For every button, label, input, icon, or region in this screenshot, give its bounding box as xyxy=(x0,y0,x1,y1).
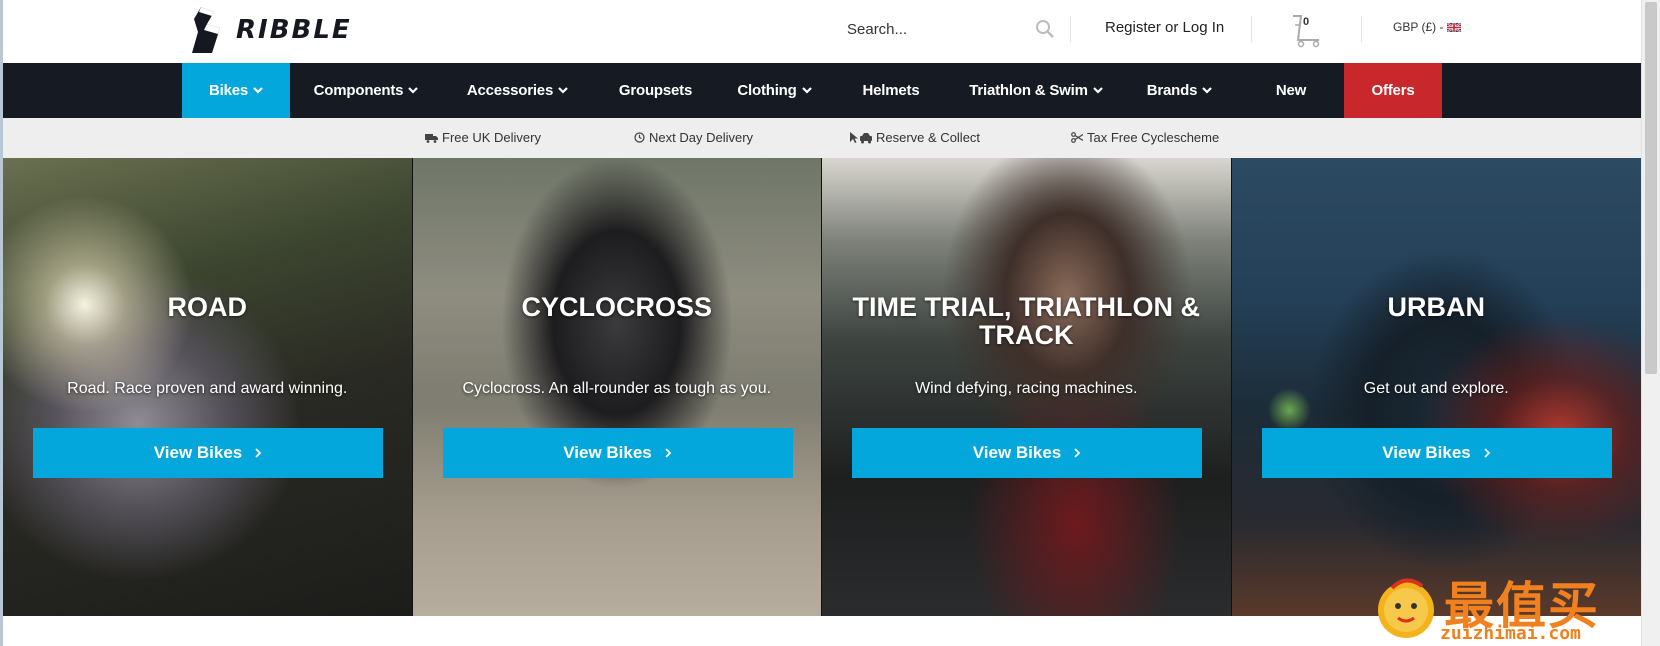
watermark-mascot-icon xyxy=(1378,578,1434,638)
header-divider xyxy=(1251,16,1252,42)
chevron-down-icon xyxy=(408,87,419,94)
currency-label: GBP (£) - xyxy=(1393,20,1444,34)
scissors-icon xyxy=(1071,132,1083,143)
category-panel-cyclocross[interactable]: CYCLOCROSS Cyclocross. An all-rounder as… xyxy=(412,158,822,616)
nav-item-brands[interactable]: Brands xyxy=(1121,63,1238,118)
usp-reserve-collect[interactable]: Reserve & Collect xyxy=(850,130,980,145)
chevron-down-icon xyxy=(253,87,263,94)
register-login-link[interactable]: Register or Log In xyxy=(1105,19,1224,36)
cart-count-badge: 0 xyxy=(1303,16,1310,28)
zuizhimai-watermark: 最值买 zuizhimai.com xyxy=(1372,566,1660,646)
nav-item-helmets[interactable]: Helmets xyxy=(831,63,951,118)
browser-page: RIBBLE Register or Log In 0 GBP (£) - xyxy=(0,0,1660,646)
chevron-down-icon xyxy=(1092,87,1103,94)
panel-title: TIME TRIAL, TRIATHLON & TRACK xyxy=(852,292,1200,350)
chevron-right-icon xyxy=(1484,448,1491,458)
chevron-down-icon xyxy=(1202,87,1213,94)
nav-label: Triathlon & Swim xyxy=(969,82,1088,99)
usp-label: Next Day Delivery xyxy=(649,130,754,145)
button-label: View Bikes xyxy=(563,443,652,462)
usp-label: Tax Free Cyclescheme xyxy=(1087,130,1220,145)
site-header: RIBBLE Register or Log In 0 GBP (£) - xyxy=(3,0,1641,63)
view-bikes-button[interactable]: View Bikes xyxy=(442,428,793,478)
currency-selector[interactable]: GBP (£) - xyxy=(1393,20,1462,34)
usp-next-day[interactable]: Next Day Delivery xyxy=(634,130,753,145)
scrollbar-thumb[interactable] xyxy=(1645,2,1657,374)
nav-label: Helmets xyxy=(862,82,920,99)
header-divider xyxy=(1361,16,1362,42)
usp-label: Reserve & Collect xyxy=(876,130,981,145)
chevron-right-icon xyxy=(255,448,262,458)
nav-item-new[interactable]: New xyxy=(1238,63,1344,118)
nav-item-clothing[interactable]: Clothing xyxy=(718,63,831,118)
logo-text: RIBBLE xyxy=(236,15,352,45)
chevron-down-icon xyxy=(801,87,812,94)
nav-label: Brands xyxy=(1146,82,1198,99)
button-label: View Bikes xyxy=(153,443,243,462)
nav-label: New xyxy=(1275,82,1307,99)
clock-icon xyxy=(634,132,645,143)
view-bikes-button[interactable]: View Bikes xyxy=(1261,428,1612,478)
nav-label: Clothing xyxy=(737,82,797,99)
button-label: View Bikes xyxy=(972,443,1062,462)
nav-item-triathlon-swim[interactable]: Triathlon & Swim xyxy=(951,63,1121,118)
scrollbar-track[interactable] xyxy=(1641,0,1660,646)
nav-label: Components xyxy=(313,82,404,99)
panel-subtitle: Road. Race proven and award winning. xyxy=(67,380,348,397)
nav-label: Groupsets xyxy=(618,82,693,99)
search-input[interactable] xyxy=(847,20,1017,38)
header-divider xyxy=(1070,16,1071,42)
search-box xyxy=(847,14,1057,44)
panel-title: URBAN xyxy=(1387,292,1486,322)
panel-subtitle: Cyclocross. An all-rounder as tough as y… xyxy=(462,380,772,397)
panel-subtitle: Get out and explore. xyxy=(1363,380,1509,397)
hero-category-grid: ROAD Road. Race proven and award winning… xyxy=(3,158,1641,616)
nav-item-components[interactable]: Components xyxy=(290,63,442,118)
usp-bar: Free UK Delivery Next Day Delivery Reser… xyxy=(3,118,1641,158)
category-panel-urban[interactable]: URBAN Get out and explore. View Bikes xyxy=(1231,158,1641,616)
nav-item-offers[interactable]: Offers xyxy=(1344,63,1442,118)
main-nav: Bikes Components Accessories Groupsets C… xyxy=(3,63,1641,118)
nav-list: Bikes Components Accessories Groupsets C… xyxy=(182,63,1442,118)
chevron-right-icon xyxy=(1074,448,1081,458)
ribble-logo[interactable]: RIBBLE xyxy=(192,5,367,55)
nav-item-accessories[interactable]: Accessories xyxy=(442,63,593,118)
view-bikes-button[interactable]: View Bikes xyxy=(852,428,1202,478)
nav-label: Offers xyxy=(1371,82,1415,99)
panel-title: ROAD xyxy=(167,292,248,322)
category-panel-time-trial[interactable]: TIME TRIAL, TRIATHLON & TRACK Wind defyi… xyxy=(822,158,1232,616)
category-panel-road[interactable]: ROAD Road. Race proven and award winning… xyxy=(3,158,413,616)
view-bikes-button[interactable]: View Bikes xyxy=(33,428,383,478)
pointer-car-icon xyxy=(850,131,872,143)
nav-label: Bikes xyxy=(208,82,249,99)
truck-icon xyxy=(425,133,438,143)
watermark-url: zuizhimai.com xyxy=(1440,623,1581,644)
uk-flag-icon xyxy=(1447,22,1462,32)
usp-cyclescheme[interactable]: Tax Free Cyclescheme xyxy=(1071,130,1219,145)
panel-title: CYCLOCROSS xyxy=(521,292,713,322)
nav-item-bikes[interactable]: Bikes xyxy=(182,63,290,118)
panel-subtitle: Wind defying, racing machines. xyxy=(915,380,1138,397)
ribble-logo-mark-icon xyxy=(192,7,220,53)
search-icon[interactable] xyxy=(1035,19,1055,39)
usp-label: Free UK Delivery xyxy=(442,130,541,145)
nav-label: Accessories xyxy=(466,82,554,99)
chevron-down-icon xyxy=(558,87,568,94)
chevron-right-icon xyxy=(665,448,672,458)
button-label: View Bikes xyxy=(1382,443,1471,462)
usp-free-delivery[interactable]: Free UK Delivery xyxy=(425,130,541,145)
nav-item-groupsets[interactable]: Groupsets xyxy=(593,63,718,118)
